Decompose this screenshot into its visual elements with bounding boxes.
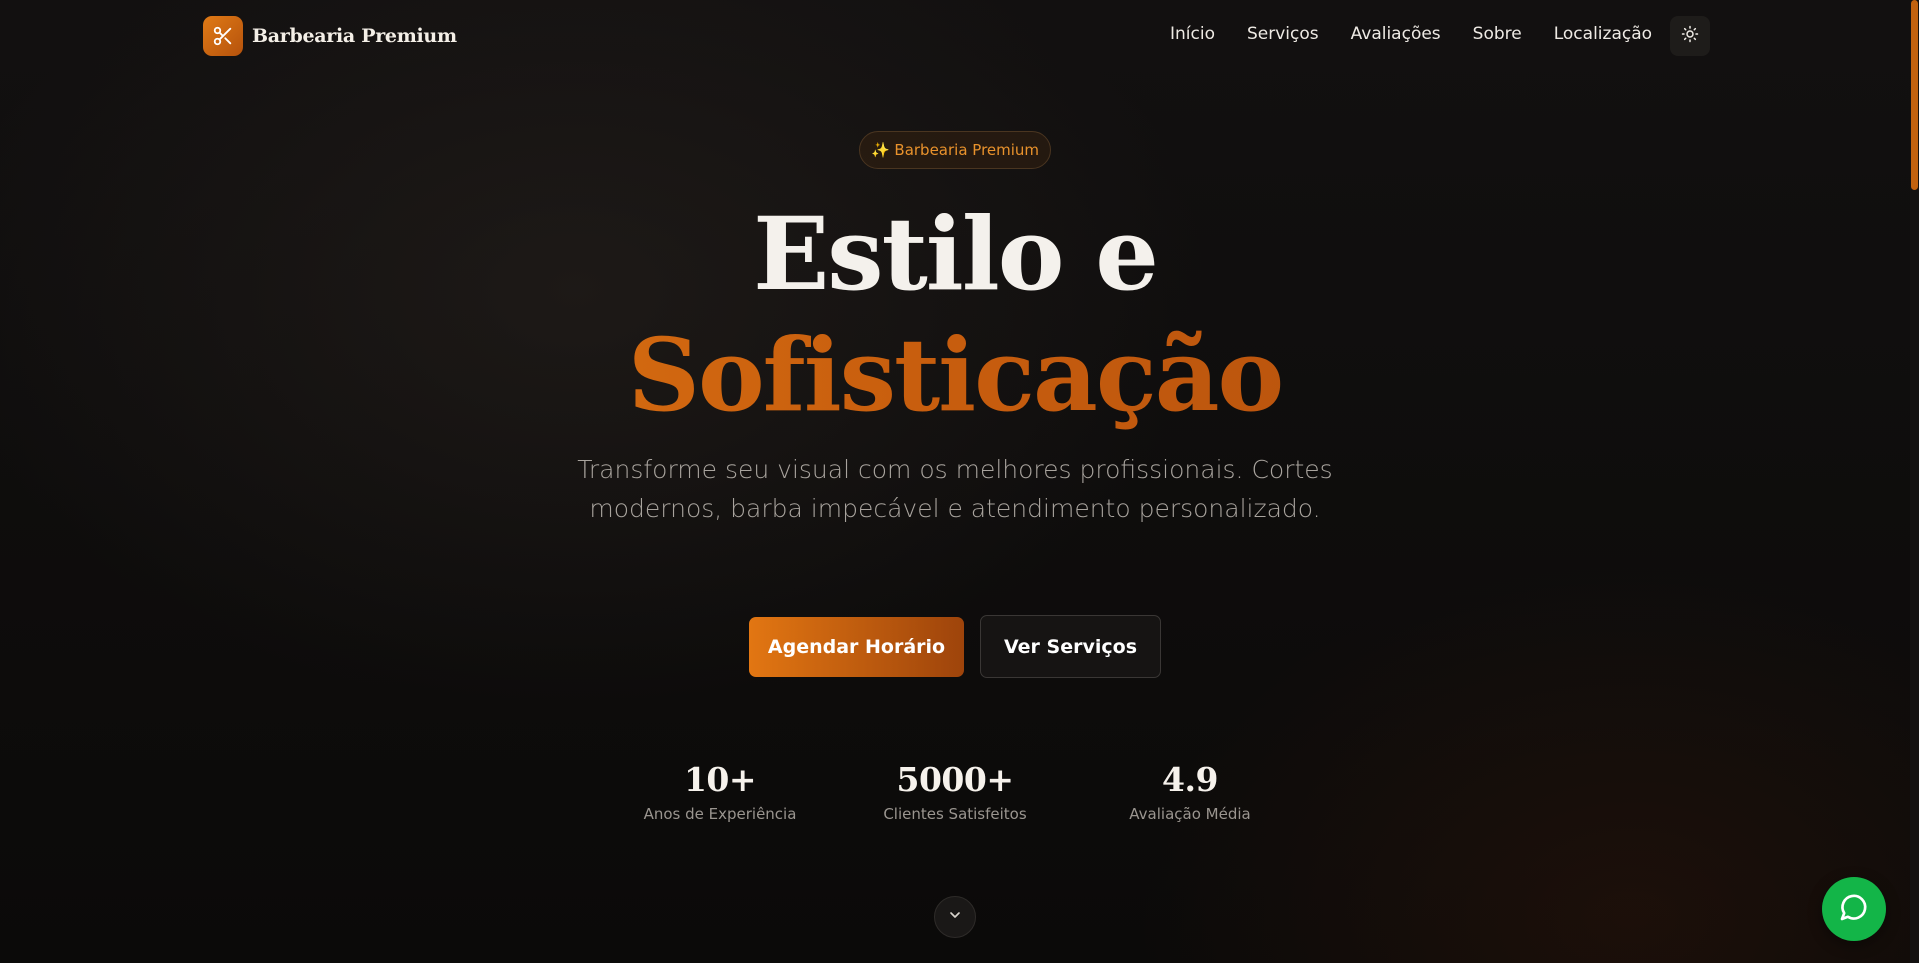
scissors-icon: [203, 16, 243, 56]
nav-link-inicio[interactable]: Início: [1170, 24, 1215, 44]
stat-value: 10+: [683, 760, 757, 799]
nav-links: Início Serviços Avaliações Sobre Localiz…: [1170, 24, 1684, 44]
hero-title-line1: Estilo e: [753, 195, 1159, 313]
nav-link-sobre[interactable]: Sobre: [1473, 24, 1522, 44]
scroll-down-button[interactable]: [934, 896, 976, 938]
chevron-down-icon: [947, 907, 963, 928]
nav-link-avaliacoes[interactable]: Avaliações: [1351, 24, 1441, 44]
stat-value: 5000+: [896, 760, 1015, 799]
brand-home-link[interactable]: Barbearia Premium: [203, 16, 457, 56]
top-navbar: Barbearia Premium Início Serviços Avalia…: [0, 0, 1910, 72]
view-services-button[interactable]: Ver Serviços: [980, 615, 1161, 678]
nav-link-localizacao[interactable]: Localização: [1554, 24, 1652, 44]
stat-label: Clientes Satisfeitos: [883, 805, 1027, 823]
hero-description: Transforme seu visual com os melhores pr…: [577, 455, 1333, 523]
schedule-button[interactable]: Agendar Horário: [749, 617, 964, 677]
stat-label: Anos de Experiência: [643, 805, 797, 823]
stat-experience: 10+ Anos de Experiência: [620, 760, 820, 823]
page-scrollbar[interactable]: [1910, 0, 1919, 963]
stat-value: 4.9: [1162, 760, 1218, 799]
brand-name: Barbearia Premium: [252, 25, 457, 47]
stat-rating: 4.9 Avaliação Média: [1090, 760, 1290, 823]
scrollbar-thumb[interactable]: [1911, 0, 1918, 190]
stat-clients: 5000+ Clientes Satisfeitos: [855, 760, 1055, 823]
theme-toggle-button[interactable]: [1670, 16, 1710, 56]
nav-link-servicos[interactable]: Serviços: [1247, 24, 1319, 44]
whatsapp-button[interactable]: [1822, 877, 1886, 941]
hero-badge: ✨ Barbearia Premium: [859, 131, 1051, 169]
sun-icon: [1681, 25, 1699, 48]
whatsapp-chat-icon: [1838, 891, 1870, 928]
stat-label: Avaliação Média: [1129, 805, 1251, 823]
hero-title-line2: Sofisticação: [0, 316, 1910, 434]
